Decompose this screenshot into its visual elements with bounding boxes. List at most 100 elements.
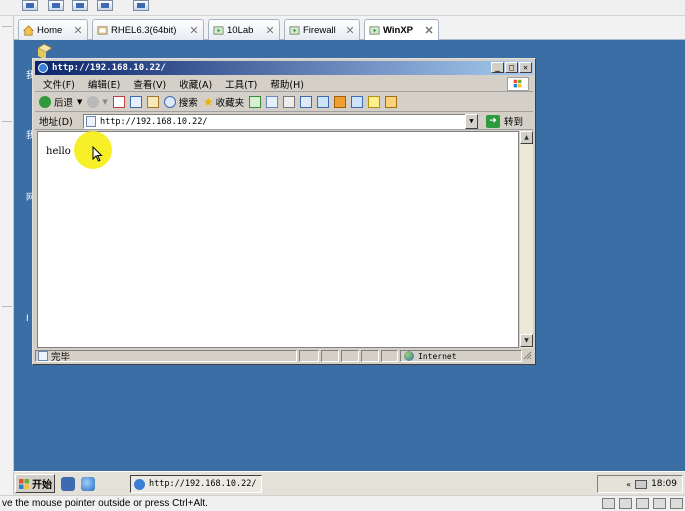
tab-rhel[interactable]: RHEL6.3(64bit) ✕	[92, 19, 204, 40]
status-text: 完毕	[51, 352, 71, 363]
menu-view[interactable]: 查看(V)	[133, 77, 166, 91]
hdd-icon[interactable]	[602, 498, 615, 509]
menu-bar: 文件(F) 编辑(E) 查看(V) 收藏(A) 工具(T) 帮助(H)	[35, 76, 533, 92]
page-content[interactable]: hello	[37, 131, 519, 348]
device-icons	[602, 498, 683, 509]
tab-label: RHEL6.3(64bit)	[111, 24, 177, 36]
chevron-down-icon[interactable]: ▼	[77, 98, 82, 106]
show-desktop-icon[interactable]	[61, 477, 75, 491]
page-icon	[38, 351, 48, 361]
address-bar: 地址(D) http://192.168.10.22/ ▼ ➜ 转到	[35, 112, 533, 130]
back-button[interactable]: 后退 ▼	[39, 95, 82, 109]
network-icon[interactable]	[635, 479, 648, 489]
go-button[interactable]: ➜ 转到	[486, 114, 523, 128]
host-status-bar: ve the mouse pointer outside or press Ct…	[0, 495, 685, 511]
messenger-icon[interactable]	[317, 96, 330, 108]
maximize-button[interactable]: □	[505, 62, 518, 73]
menu-tools[interactable]: 工具(T)	[225, 77, 257, 91]
address-label: 地址(D)	[39, 116, 73, 128]
toolbar-button-icon[interactable]	[48, 0, 64, 11]
forward-arrow-icon	[87, 96, 100, 108]
status-pane	[299, 350, 319, 362]
menu-file[interactable]: 文件(F)	[43, 77, 75, 91]
toolbar-button-icon[interactable]	[97, 0, 113, 11]
taskbar-ie-label: http://192.168.10.22/	[149, 479, 257, 489]
vm-running-icon	[369, 26, 380, 35]
show-hidden-icons-icon[interactable]: «	[626, 480, 631, 489]
tab-10lab[interactable]: 10Lab ✕	[208, 19, 280, 40]
taskbar-ie-button[interactable]: http://192.168.10.22/	[130, 475, 262, 493]
close-icon[interactable]: ✕	[72, 24, 84, 37]
print-icon[interactable]	[283, 96, 296, 108]
folder-icon[interactable]	[351, 96, 364, 108]
resize-grip-icon[interactable]	[523, 351, 532, 360]
network-adapter-icon[interactable]	[636, 498, 649, 509]
start-button[interactable]: 开始	[15, 474, 55, 493]
ie-title-bar[interactable]: http://192.168.10.22/ _ □ ✕	[35, 61, 533, 75]
security-zone-pane: Internet	[400, 350, 522, 362]
home-icon[interactable]	[146, 96, 159, 108]
close-icon[interactable]: ✕	[344, 24, 356, 37]
vm-running-icon	[289, 25, 300, 35]
vm-tab-bar: Home ✕ RHEL6.3(64bit) ✕ 10Lab ✕ Firewall…	[14, 16, 685, 41]
display-icon[interactable]	[670, 498, 683, 509]
chevron-down-icon[interactable]: ▼	[102, 98, 107, 106]
tab-winxp[interactable]: WinXP ✕	[364, 19, 439, 41]
close-icon[interactable]: ✕	[188, 24, 200, 37]
address-dropdown-icon[interactable]: ▼	[465, 114, 478, 129]
amazon-icon[interactable]	[385, 96, 398, 108]
mail-icon[interactable]	[266, 96, 279, 108]
search-icon	[163, 96, 176, 108]
address-input[interactable]: http://192.168.10.22/ ▼	[83, 114, 478, 129]
host-sidebar-strip	[0, 16, 14, 495]
scroll-down-icon[interactable]: ▼	[520, 334, 533, 347]
minimize-button[interactable]: _	[491, 62, 504, 73]
history-icon[interactable]	[249, 96, 262, 108]
ie-window[interactable]: http://192.168.10.22/ _ □ ✕ 文件(F) 编辑(E) …	[32, 58, 536, 365]
close-icon[interactable]: ✕	[264, 24, 276, 37]
windows-logo-icon	[19, 478, 29, 489]
status-pane	[381, 350, 398, 362]
status-bar: 完毕 Internet	[35, 349, 533, 363]
host-toolbar	[0, 0, 685, 16]
ie-quicklaunch-icon[interactable]	[81, 477, 95, 491]
toolbar-button-icon[interactable]	[72, 0, 88, 11]
favorites-button[interactable]: ★ 收藏夹	[203, 95, 244, 109]
usb-icon[interactable]	[653, 498, 666, 509]
status-pane	[341, 350, 359, 362]
tab-home[interactable]: Home ✕	[18, 19, 88, 40]
close-icon[interactable]: ✕	[423, 24, 435, 37]
refresh-icon[interactable]	[129, 96, 142, 108]
menu-edit[interactable]: 编辑(E)	[88, 77, 120, 91]
address-value: http://192.168.10.22/	[100, 116, 208, 127]
clock: 18:09	[651, 479, 677, 489]
edit-icon[interactable]	[300, 96, 313, 108]
toolbar-button-icon[interactable]	[133, 0, 149, 11]
scroll-up-icon[interactable]: ▲	[520, 131, 533, 144]
zone-text: Internet	[418, 351, 457, 361]
search-button[interactable]: 搜索	[163, 95, 198, 109]
toolbar-extra-icon[interactable]	[368, 96, 381, 108]
home-icon	[23, 24, 34, 35]
page-text: hello	[46, 146, 71, 157]
windows-logo-icon	[507, 77, 529, 91]
close-button[interactable]: ✕	[519, 62, 532, 73]
menu-help[interactable]: 帮助(H)	[270, 77, 304, 91]
toolbar-button-icon[interactable]	[22, 0, 38, 11]
tab-firewall[interactable]: Firewall ✕	[284, 19, 360, 40]
back-arrow-icon	[39, 96, 51, 108]
vm-icon	[97, 25, 108, 35]
stop-icon[interactable]	[112, 96, 125, 108]
go-label: 转到	[504, 117, 524, 128]
window-title: http://192.168.10.22/	[52, 63, 166, 73]
globe-icon	[404, 351, 414, 361]
menu-favorites[interactable]: 收藏(A)	[179, 77, 212, 91]
status-main-pane: 完毕	[35, 350, 297, 363]
vertical-scrollbar[interactable]: ▲ ▼	[519, 131, 533, 348]
forward-button[interactable]: ▼	[87, 96, 108, 108]
star-icon: ★	[202, 95, 214, 109]
tab-label: Firewall	[303, 24, 336, 36]
cd-icon[interactable]	[619, 498, 632, 509]
guest-taskbar: 开始 http://192.168.10.22/ « 18:09	[14, 471, 685, 495]
media-icon[interactable]	[334, 96, 347, 108]
